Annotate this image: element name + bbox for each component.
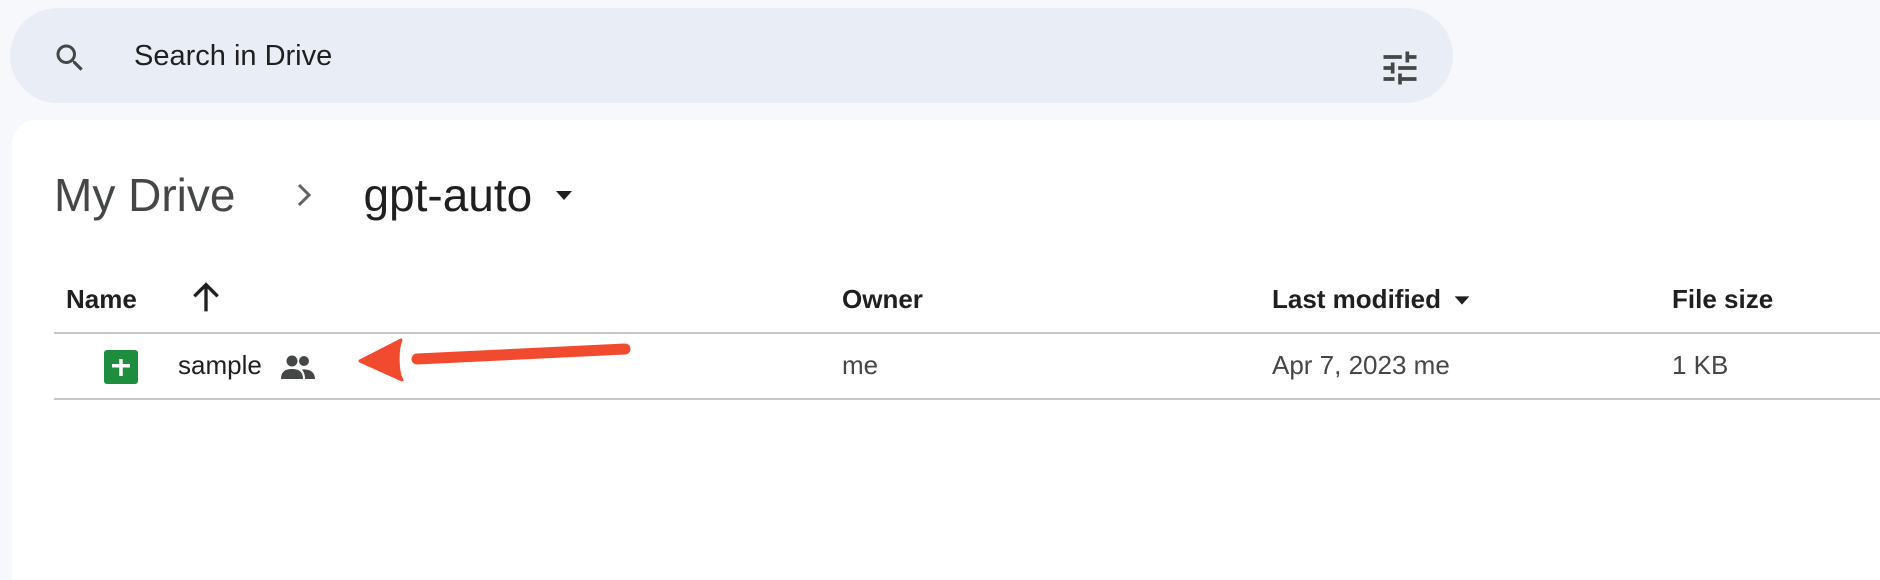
file-size: 1 KB <box>1672 350 1729 380</box>
table-row[interactable]: sample me Apr 7, 2023 me 1 KB <box>54 334 1880 400</box>
caret-down-icon <box>1454 295 1470 305</box>
file-last-modified: Apr 7, 2023 me <box>1272 350 1450 380</box>
breadcrumb-my-drive[interactable]: My Drive <box>54 168 247 222</box>
caret-down-icon[interactable] <box>552 183 576 207</box>
search-input[interactable] <box>134 34 1334 78</box>
table-header: Name Owner Last modified File size <box>54 270 1880 334</box>
breadcrumb-current-folder[interactable]: gpt-auto <box>363 168 576 222</box>
google-sheets-icon <box>104 350 138 384</box>
people-icon <box>281 355 315 379</box>
annotation-arrow-icon <box>358 338 631 382</box>
column-header-file-size[interactable]: File size <box>1672 284 1773 315</box>
column-header-owner[interactable]: Owner <box>842 284 923 315</box>
breadcrumb-current-label: gpt-auto <box>363 169 533 221</box>
tune-icon[interactable] <box>1378 46 1422 90</box>
arrow-up-icon[interactable] <box>186 278 226 318</box>
column-header-last-modified-label: Last modified <box>1272 284 1442 314</box>
main-content: My Drive gpt-auto Name Owner Last modifi… <box>12 120 1880 580</box>
search-icon[interactable] <box>52 40 88 76</box>
file-owner: me <box>842 350 879 380</box>
file-name[interactable]: sample <box>178 350 262 381</box>
breadcrumb: My Drive gpt-auto <box>54 160 576 230</box>
file-table: Name Owner Last modified File size sampl… <box>54 270 1880 400</box>
chevron-right-icon <box>298 183 312 207</box>
search-bar[interactable] <box>10 8 1453 103</box>
column-header-name[interactable]: Name <box>66 284 137 315</box>
column-header-last-modified[interactable]: Last modified <box>1272 284 1473 315</box>
